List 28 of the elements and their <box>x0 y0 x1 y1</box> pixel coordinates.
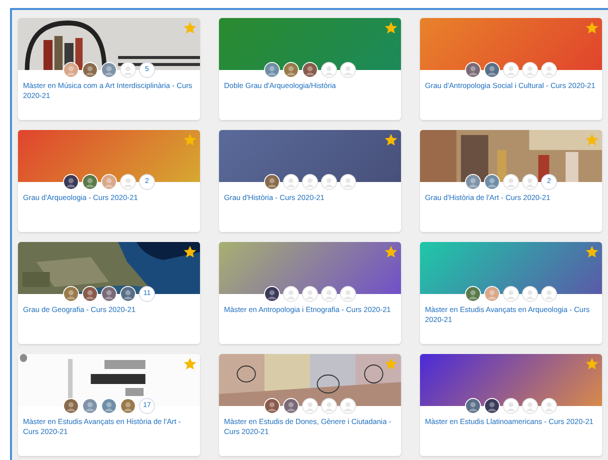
avatar[interactable] <box>264 174 280 190</box>
avatar[interactable] <box>101 62 117 78</box>
avatar[interactable] <box>63 174 79 190</box>
avatar[interactable] <box>465 174 481 190</box>
star-icon[interactable] <box>183 133 197 147</box>
star-icon[interactable] <box>585 133 599 147</box>
star-icon[interactable] <box>384 21 398 35</box>
star-icon[interactable] <box>183 245 197 259</box>
avatar[interactable] <box>484 398 500 414</box>
avatar[interactable] <box>120 286 136 302</box>
star-icon[interactable] <box>585 21 599 35</box>
avatar[interactable] <box>264 286 280 302</box>
avatar-placeholder[interactable] <box>302 174 318 190</box>
star-icon[interactable] <box>183 357 197 371</box>
avatar-placeholder[interactable] <box>340 174 356 190</box>
avatar[interactable] <box>82 286 98 302</box>
avatar[interactable] <box>484 174 500 190</box>
avatar-placeholder[interactable] <box>120 62 136 78</box>
star-icon[interactable] <box>384 245 398 259</box>
avatar[interactable] <box>101 286 117 302</box>
star-icon[interactable] <box>183 21 197 35</box>
star-icon[interactable] <box>384 133 398 147</box>
star-icon[interactable] <box>585 245 599 259</box>
avatar[interactable] <box>63 62 79 78</box>
avatar-placeholder[interactable] <box>321 174 337 190</box>
star-icon[interactable] <box>384 357 398 371</box>
star-icon[interactable] <box>585 357 599 371</box>
avatar-placeholder[interactable] <box>283 174 299 190</box>
